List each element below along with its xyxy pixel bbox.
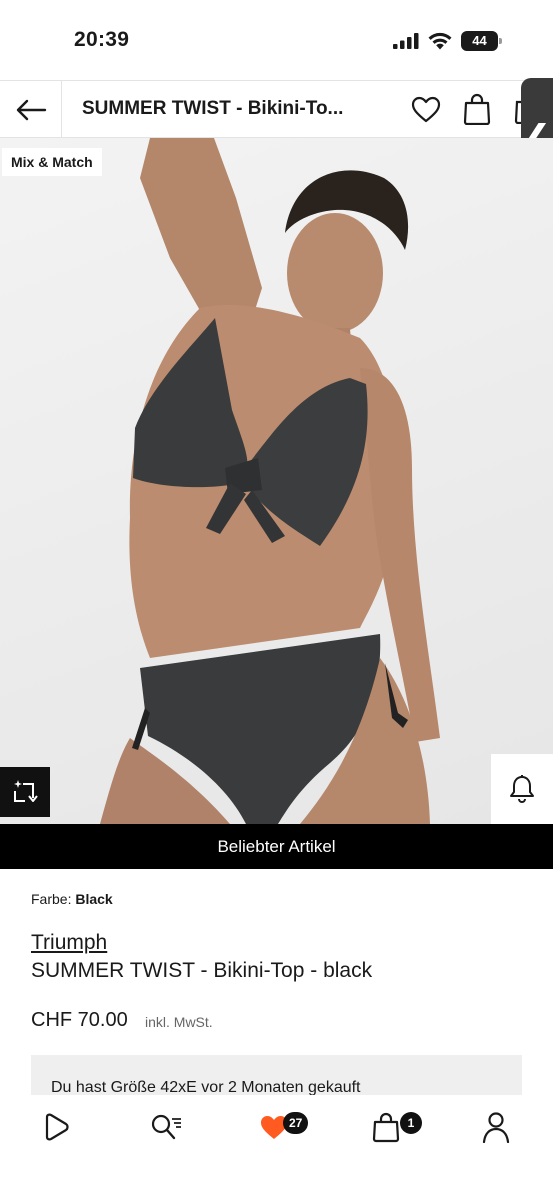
status-bar: 20:39 44 (0, 0, 553, 80)
nav-home[interactable] (34, 1107, 78, 1147)
model-photo (100, 138, 440, 824)
add-to-bag-button[interactable] (462, 92, 492, 126)
battery-icon: 44 (461, 31, 503, 51)
price: CHF 70.00 (31, 1009, 128, 1031)
mix-match-badge[interactable]: Mix & Match (2, 148, 102, 176)
vat-note: inkl. MwSt. (145, 1014, 213, 1030)
search-list-icon (151, 1114, 181, 1140)
header: SUMMER TWIST - Bikini-To... (0, 80, 553, 138)
person-icon (482, 1112, 510, 1143)
signal-icon (393, 33, 419, 49)
nav-search[interactable] (144, 1107, 188, 1147)
play-home-icon (45, 1113, 69, 1141)
page-title: SUMMER TWIST - Bikini-To... (82, 98, 344, 119)
color-value: Black (75, 891, 113, 907)
bottom-navigation: 27 1 (0, 1095, 553, 1200)
wishlist-count-badge: 27 (283, 1112, 309, 1134)
notify-button[interactable] (491, 754, 553, 824)
bell-icon (510, 775, 534, 803)
compare-button[interactable] (0, 767, 50, 817)
product-name: SUMMER TWIST - Bikini-Top - black (31, 959, 373, 982)
popular-item-banner: Beliebter Artikel (0, 824, 553, 869)
bag-icon (463, 93, 491, 125)
brand-link[interactable]: Triumph (31, 931, 107, 955)
wishlist-button[interactable] (410, 94, 442, 124)
compare-icon (14, 780, 38, 802)
popular-item-label: Beliebter Artikel (217, 836, 336, 856)
back-arrow-icon (16, 99, 46, 120)
product-image[interactable]: Mix & Match (0, 138, 553, 824)
wifi-icon (428, 32, 452, 50)
bag-icon (372, 1112, 400, 1143)
bag-count-badge: 1 (400, 1112, 422, 1134)
color-label: Farbe: (31, 891, 72, 907)
nav-profile[interactable] (474, 1107, 518, 1147)
battery-tip (499, 38, 502, 44)
battery-level: 44 (461, 31, 498, 51)
back-button[interactable] (0, 81, 62, 138)
color-line: Farbe: Black (31, 891, 113, 907)
status-time: 20:39 (74, 28, 130, 51)
heart-icon (411, 96, 441, 122)
